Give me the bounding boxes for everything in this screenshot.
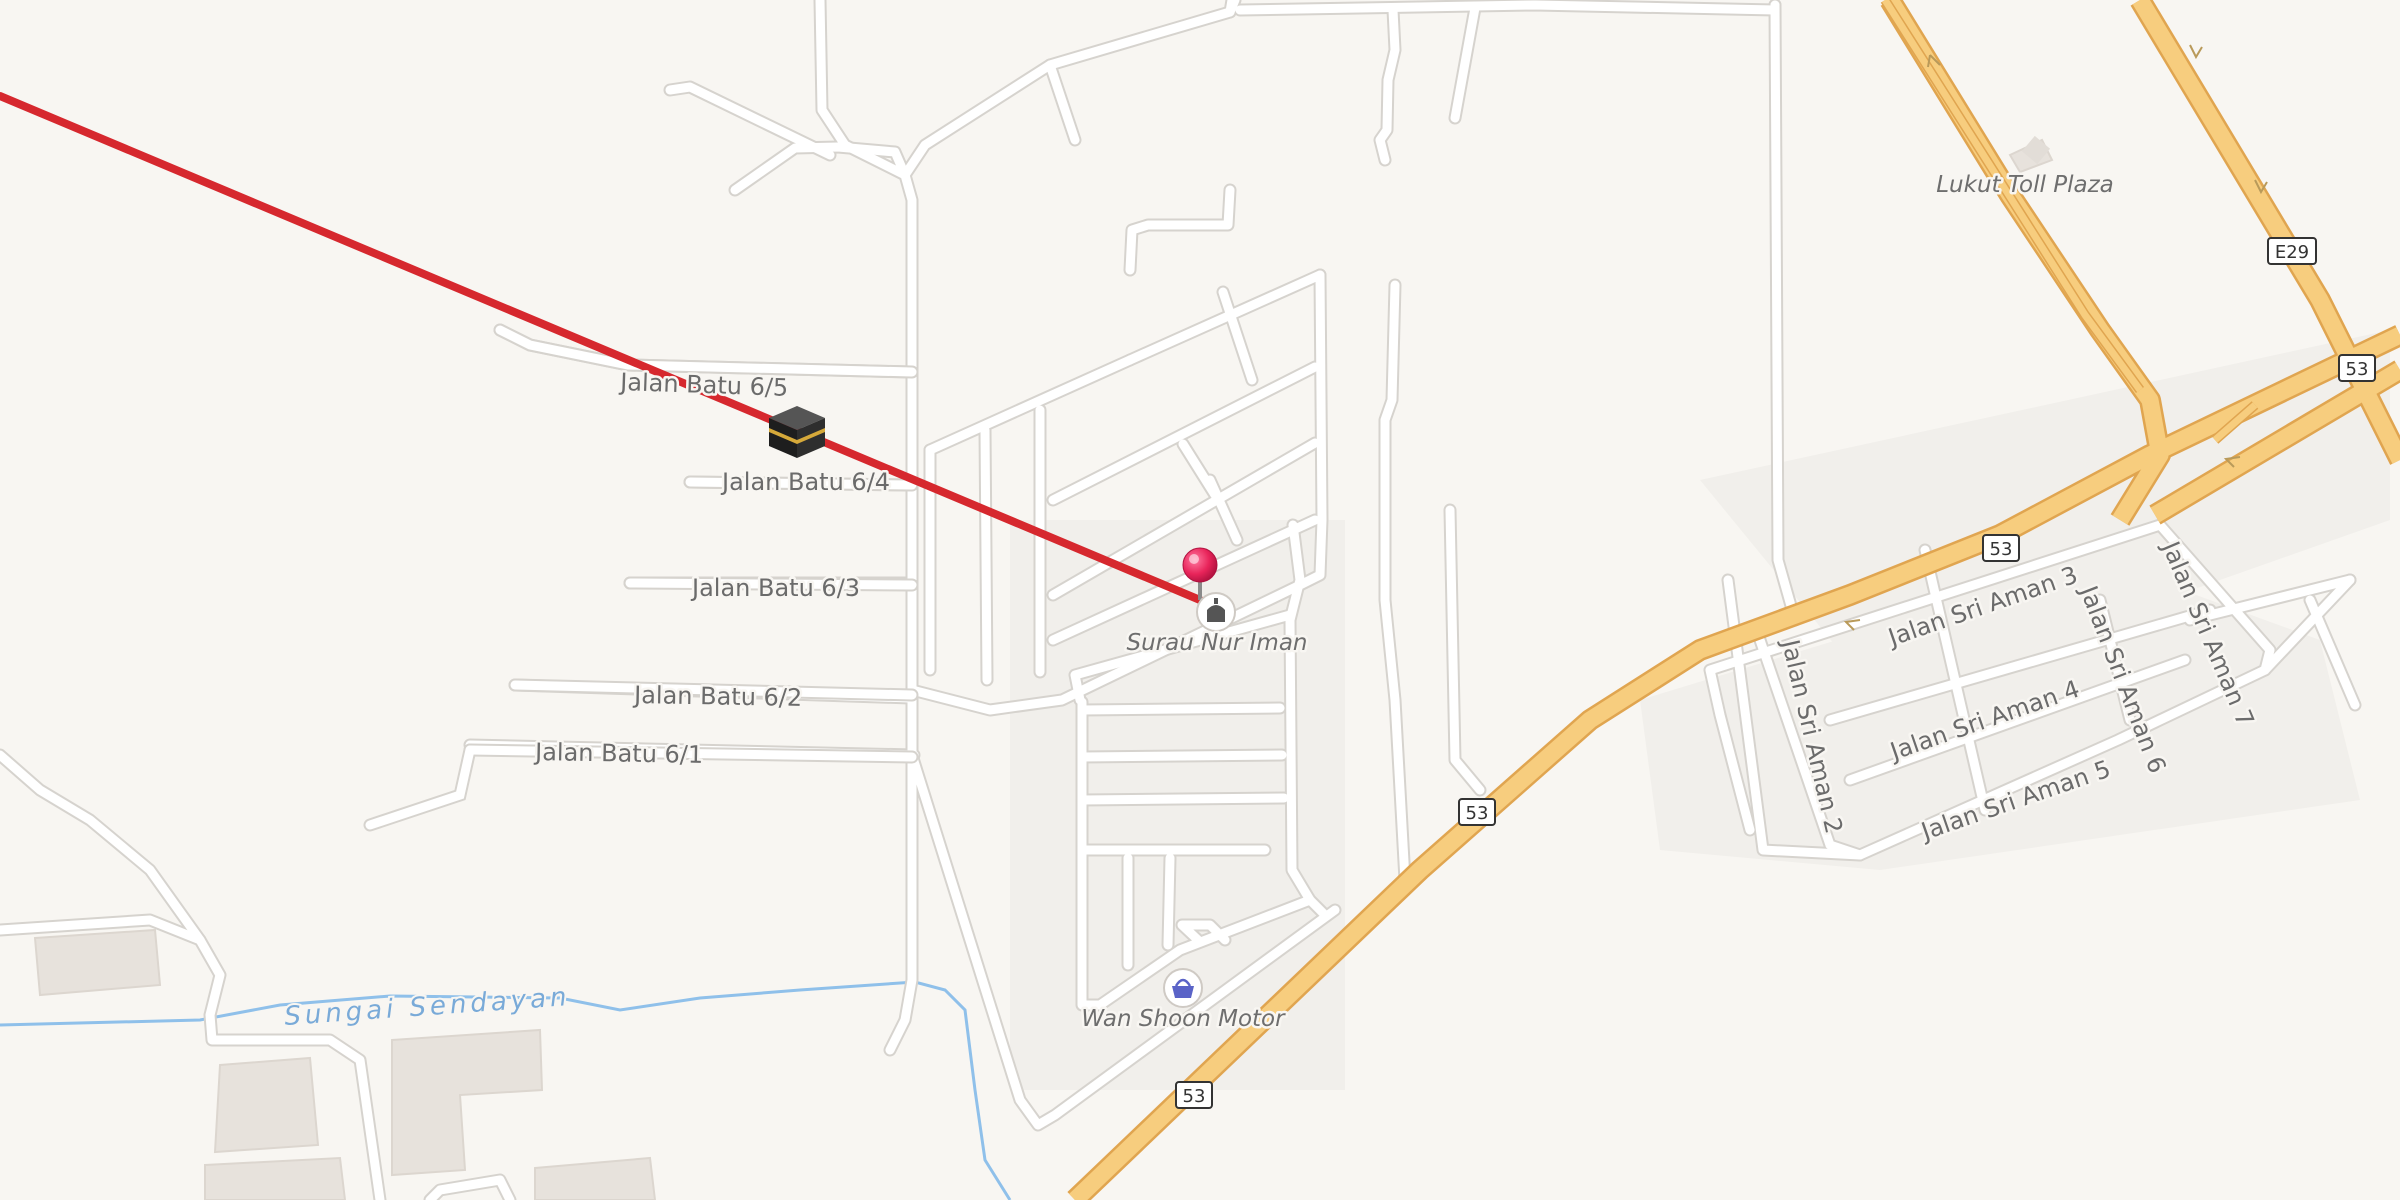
svg-text:E29: E29: [2275, 242, 2309, 263]
street-label-jalan-batu-6-2: Jalan Batu 6/2: [632, 681, 803, 712]
route-shield-e29: E29: [2267, 237, 2317, 265]
svg-text:53: 53: [1183, 1086, 1206, 1107]
street-label-jalan-batu-6-3: Jalan Batu 6/3: [690, 574, 860, 602]
poi-label-lukut-toll-plaza: Lukut Toll Plaza: [1936, 172, 2114, 198]
route-shield-53-a: 53: [1458, 798, 1496, 826]
street-label-jalan-batu-6-1: Jalan Batu 6/1: [533, 738, 704, 769]
street-label-jalan-batu-6-5: Jalan Batu 6/5: [618, 368, 789, 402]
svg-text:53: 53: [1466, 803, 1489, 824]
svg-text:53: 53: [1990, 539, 2013, 560]
route-shield-53-c: 53: [1982, 534, 2020, 562]
poi-label-wan-shoon-motor: Wan Shoon Motor: [1081, 1006, 1286, 1032]
poi-label-surau-nur-iman: Surau Nur Iman: [1126, 630, 1307, 656]
map-canvas[interactable]: 53 53 53 53 E29 Jalan Batu 6/5 Jalan Bat…: [0, 0, 2400, 1200]
shopping-basket-icon[interactable]: [1163, 968, 1203, 1008]
mosque-icon[interactable]: [1196, 592, 1236, 632]
street-label-jalan-batu-6-4: Jalan Batu 6/4: [720, 468, 890, 496]
route-shield-53-b: 53: [1175, 1081, 1213, 1109]
route-shield-53-d: 53: [2338, 354, 2376, 382]
svg-text:53: 53: [2346, 359, 2369, 380]
